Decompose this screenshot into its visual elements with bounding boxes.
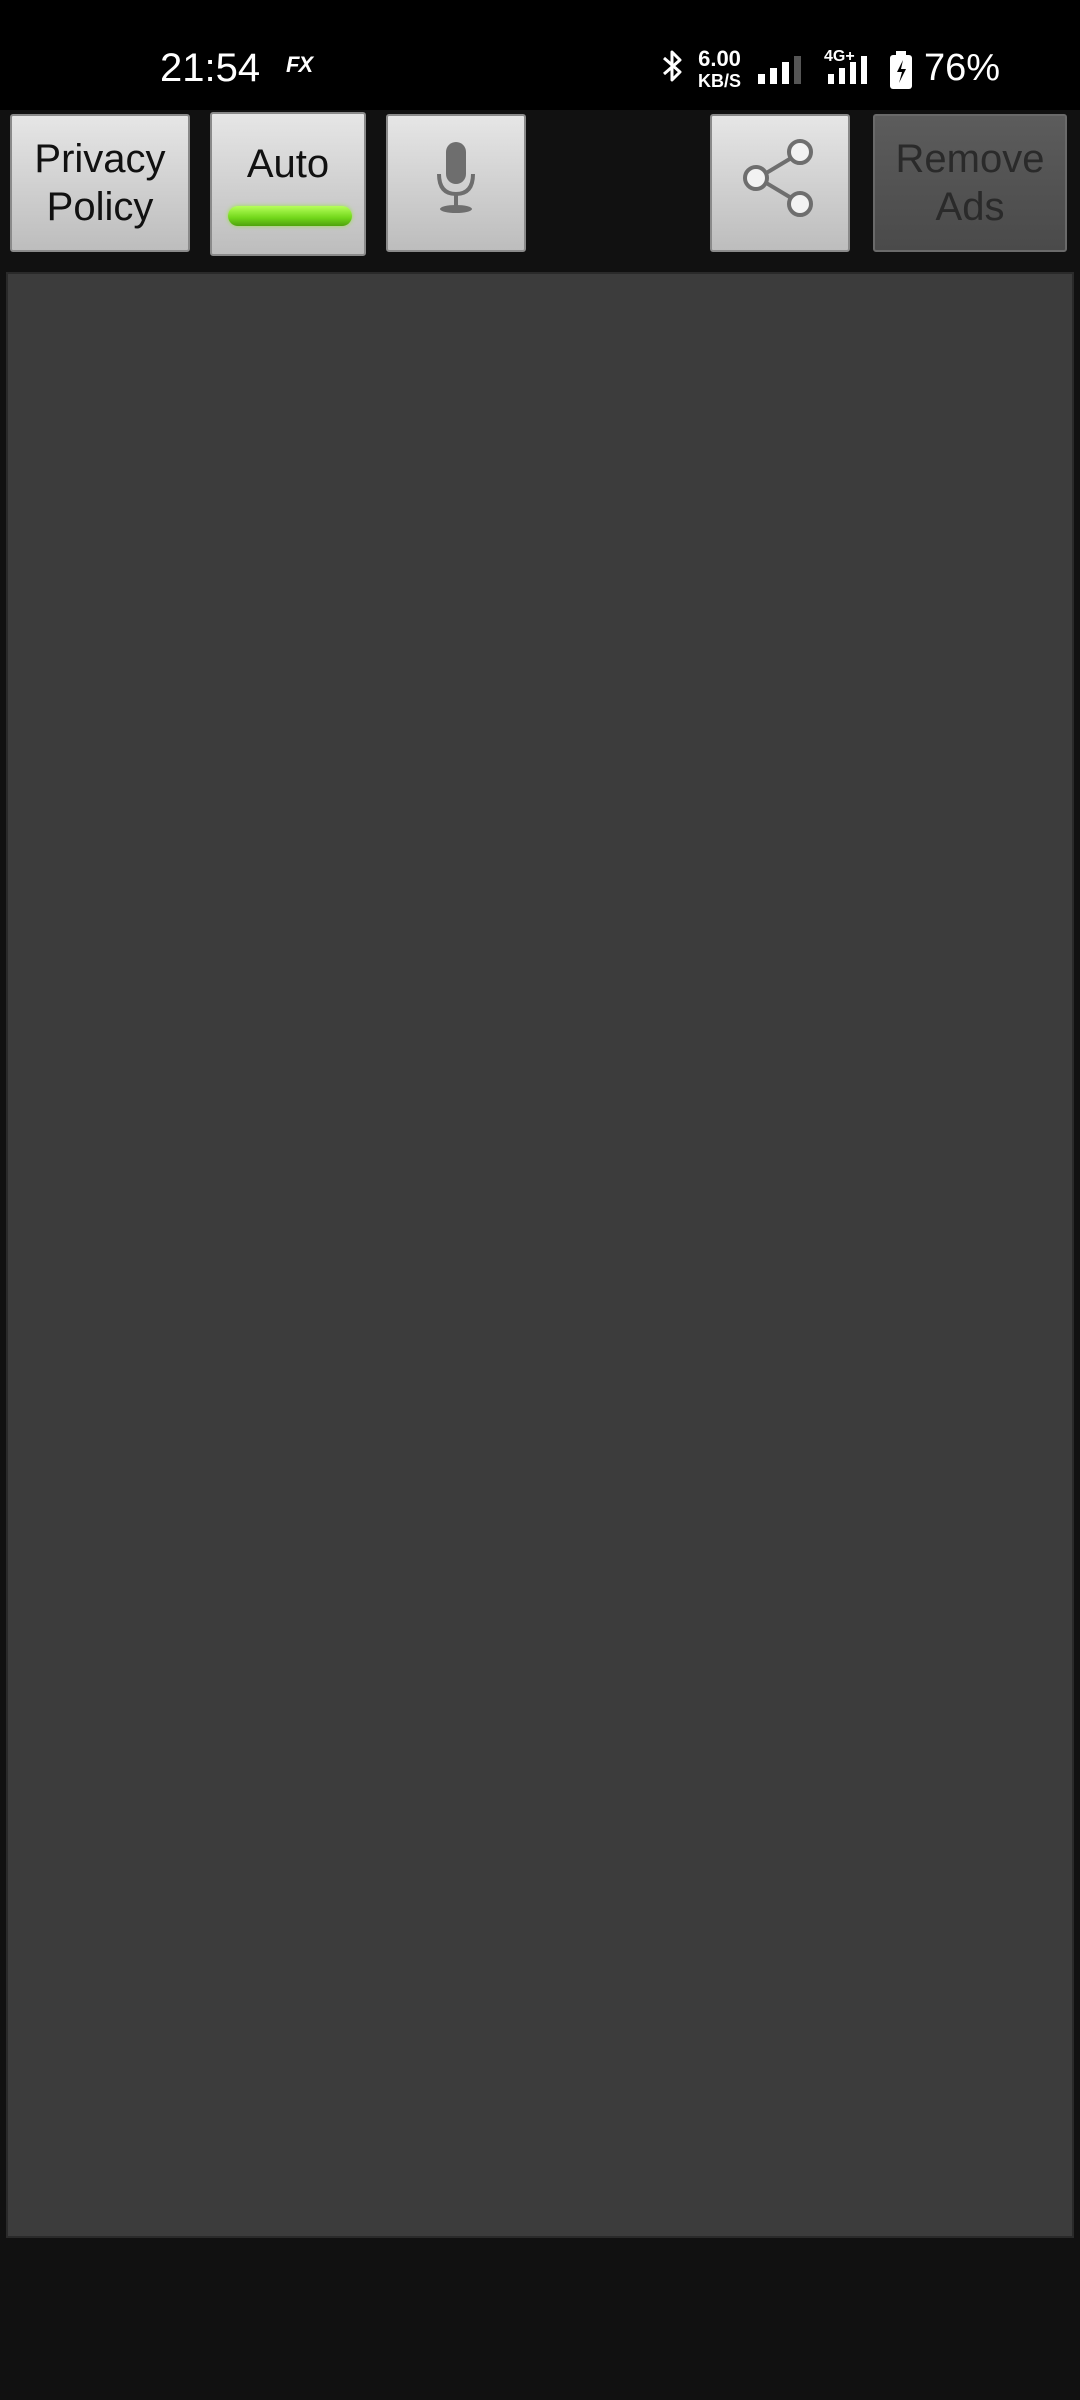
toolbar: Privacy Policy Auto Remove Ads — [0, 110, 1080, 270]
fx-app-icon: FX — [286, 52, 313, 77]
microphone-icon — [431, 138, 481, 229]
remove-ads-label-line1: Remove — [895, 137, 1045, 181]
privacy-policy-button[interactable]: Privacy Policy — [10, 114, 190, 252]
auto-label: Auto — [246, 142, 330, 186]
remove-ads-button[interactable]: Remove Ads — [873, 114, 1067, 252]
signal-strength-2-icon — [826, 54, 876, 89]
network-speed-unit: KB/S — [698, 71, 742, 91]
auto-toggle-button[interactable]: Auto — [210, 112, 366, 256]
bluetooth-icon — [660, 48, 686, 89]
main-content-panel[interactable] — [6, 272, 1074, 2238]
auto-indicator — [228, 206, 352, 226]
battery-icon — [888, 50, 914, 95]
share-icon — [740, 138, 820, 229]
privacy-policy-label-line2: Policy — [46, 185, 154, 229]
microphone-button[interactable] — [386, 114, 526, 252]
network-speed-value: 6.00 — [698, 46, 741, 71]
privacy-policy-label-line1: Privacy — [34, 137, 166, 181]
network-speed: 6.00 KB/S — [698, 48, 741, 92]
status-time: 21:54 — [160, 46, 261, 90]
share-button[interactable] — [710, 114, 850, 252]
signal-strength-icon — [756, 54, 806, 89]
battery-percent: 76% — [924, 47, 1001, 89]
remove-ads-label-line2: Ads — [935, 185, 1005, 229]
status-bar: 21:54 FX 6.00 KB/S 4G+ 76% — [0, 0, 1080, 110]
